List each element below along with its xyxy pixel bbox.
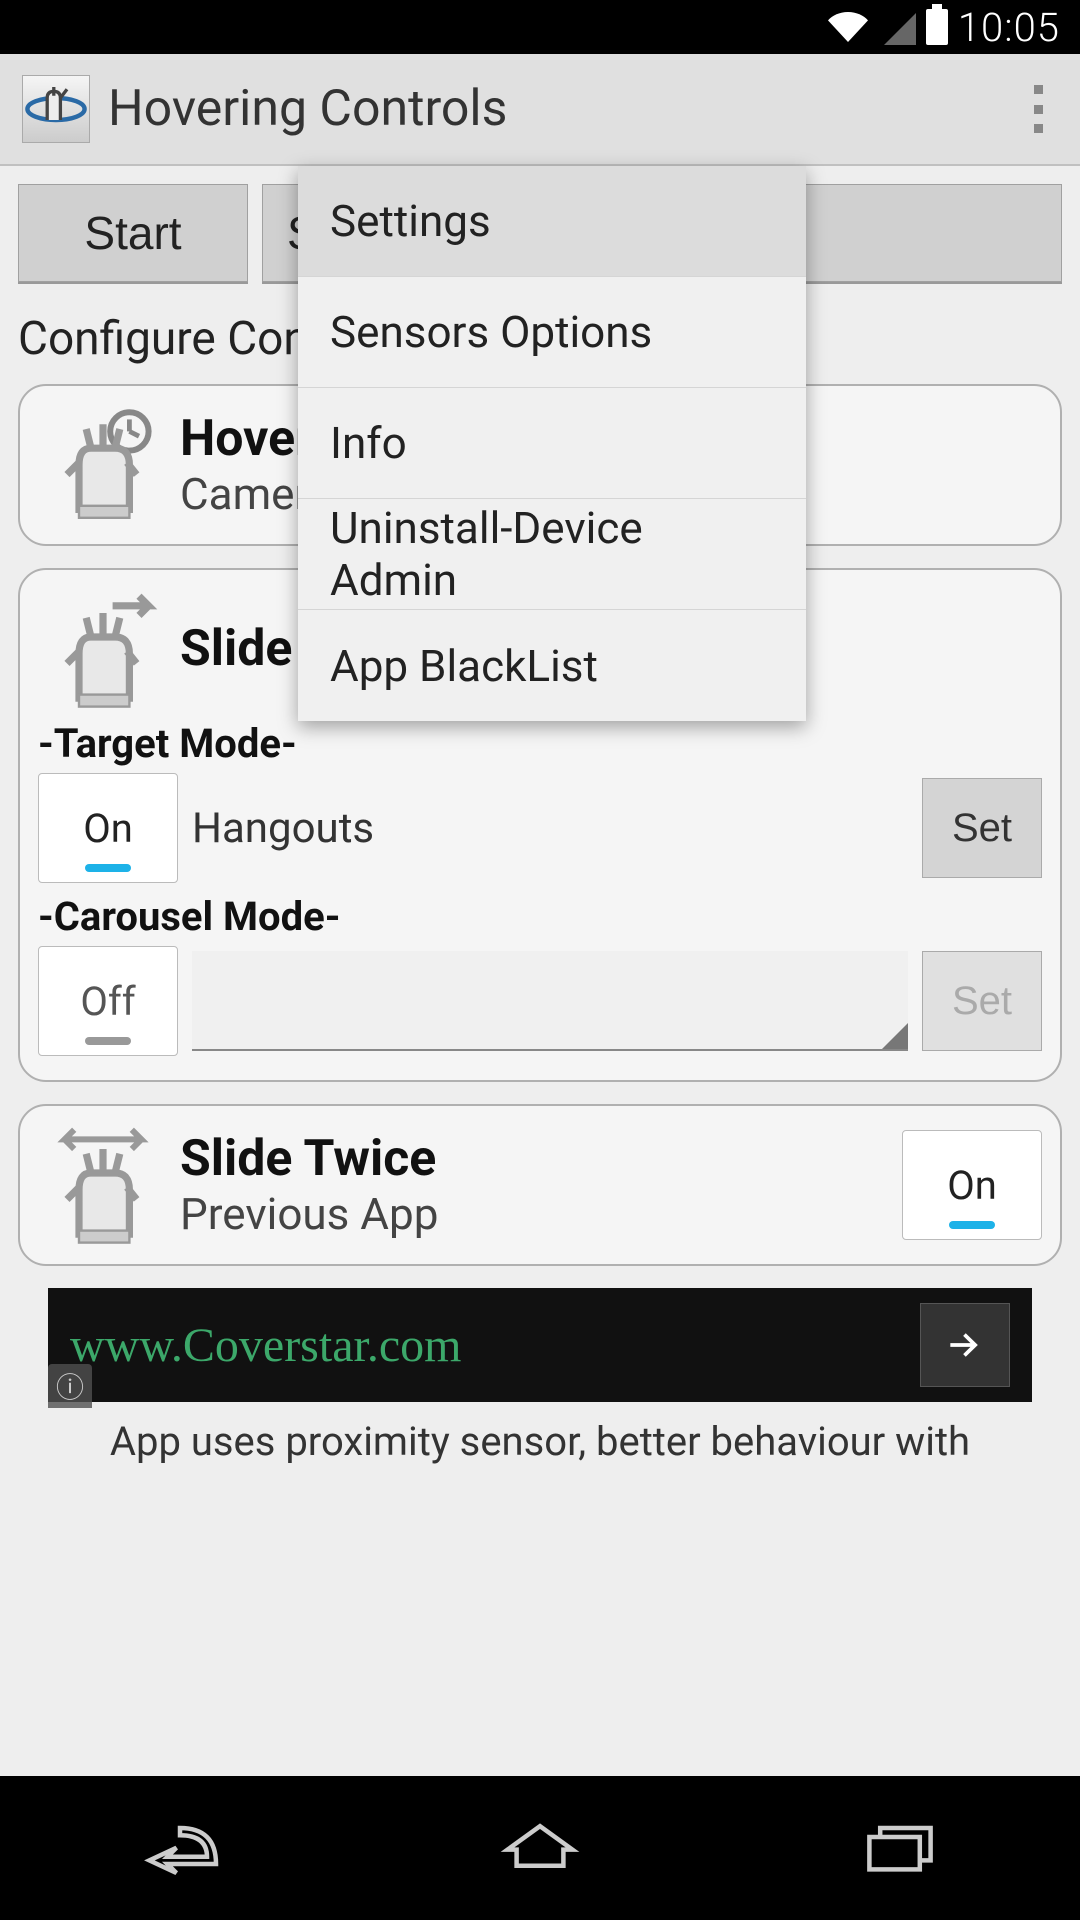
status-bar: 10:05: [0, 0, 1080, 54]
hover-hold-icon: [38, 400, 168, 530]
ad-arrow-button[interactable]: [920, 1303, 1010, 1387]
status-time: 10:05: [958, 4, 1060, 51]
menu-item-blacklist[interactable]: App BlackList: [298, 610, 806, 721]
carousel-mode-toggle[interactable]: Off: [38, 946, 178, 1056]
ad-banner[interactable]: ⓘ www.Coverstar.com: [48, 1288, 1032, 1402]
ad-info-icon[interactable]: ⓘ: [48, 1364, 92, 1408]
slide-once-icon: [38, 584, 168, 714]
navigation-bar: [0, 1776, 1080, 1920]
overflow-menu-button[interactable]: [1018, 79, 1058, 139]
wifi-icon: [826, 7, 870, 47]
target-mode-value: Hangouts: [192, 804, 908, 853]
target-set-button[interactable]: Set: [922, 778, 1042, 878]
ad-url: www.Coverstar.com: [70, 1318, 461, 1373]
menu-item-uninstall[interactable]: Uninstall-Device Admin: [298, 499, 806, 610]
slide-twice-subtitle: Previous App: [180, 1188, 890, 1240]
target-mode-label: -Target Mode-: [38, 720, 1042, 767]
nav-recent-button[interactable]: [855, 1811, 945, 1885]
menu-item-settings[interactable]: Settings: [298, 166, 806, 277]
carousel-mode-label: -Carousel Mode-: [38, 893, 1042, 940]
slide-twice-title: Slide Twice: [180, 1130, 890, 1188]
start-button[interactable]: Start: [18, 184, 248, 282]
carousel-dropdown[interactable]: [192, 951, 908, 1051]
app-title: Hovering Controls: [108, 80, 507, 138]
nav-back-button[interactable]: [135, 1811, 225, 1885]
battery-icon: [926, 9, 948, 45]
slide-twice-toggle[interactable]: On: [902, 1130, 1042, 1240]
signal-icon: [880, 9, 916, 45]
carousel-set-button: Set: [922, 951, 1042, 1051]
footer-text: App uses proximity sensor, better behavi…: [18, 1410, 1062, 1468]
card-slide-twice[interactable]: Slide Twice Previous App On: [18, 1104, 1062, 1266]
target-mode-toggle[interactable]: On: [38, 773, 178, 883]
nav-home-button[interactable]: [495, 1811, 585, 1885]
menu-item-sensors-options[interactable]: Sensors Options: [298, 277, 806, 388]
menu-item-info[interactable]: Info: [298, 388, 806, 499]
overflow-menu: Settings Sensors Options Info Uninstall-…: [298, 166, 806, 721]
app-icon: [22, 75, 90, 143]
slide-twice-icon: [38, 1120, 168, 1250]
action-bar: Hovering Controls: [0, 54, 1080, 166]
